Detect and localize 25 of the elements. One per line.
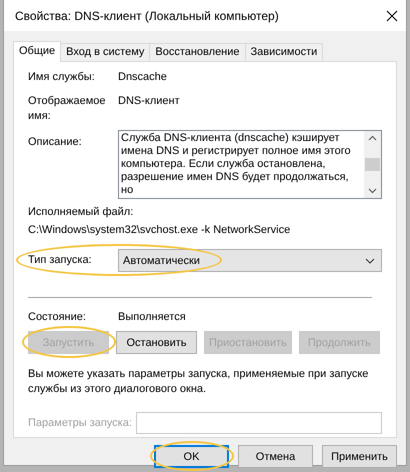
field-value: DNS-клиент — [118, 94, 181, 109]
field-value: C:\Windows\system32\svchost.exe -k NetworkService — [28, 223, 292, 238]
field-label: Состояние: — [28, 310, 87, 325]
field-label: Отображаемое имя: — [28, 94, 107, 124]
hint-text: Вы можете указать параметры запуска, применяемые при запуске службы из этого диалогового окна. — [28, 367, 370, 397]
scrollbar-thumb[interactable] — [365, 158, 380, 171]
tab[interactable]: Зависимости — [244, 43, 324, 61]
window-title: Свойства: DNS-клиент (Локальный компьютер) — [15, 8, 279, 22]
startup-type-dropdown[interactable]: Автоматически — [118, 249, 382, 272]
field-value: Dnscache — [118, 70, 168, 85]
close-icon[interactable] — [386, 10, 398, 22]
field-value: Выполняется — [118, 310, 187, 325]
dialog-button[interactable]: OK — [154, 445, 229, 468]
scrollbar[interactable] — [364, 131, 381, 198]
tab[interactable]: Общие — [13, 41, 62, 62]
service-button[interactable]: Остановить — [116, 331, 197, 354]
field-label: Исполняемый файл: — [28, 205, 134, 220]
dialog-button[interactable]: Отмена — [238, 445, 313, 468]
caret-icon — [365, 258, 375, 264]
description-box[interactable]: Служба DNS-клиента (dnscache) кэширует имена DNS и регистрирует полное имя этого компьютера. Если служба остановлена, разрешение имен DNS будет продолжаться, но — [118, 130, 382, 199]
field-label: Описание: — [28, 135, 83, 150]
dialog-button[interactable]: Применить — [322, 445, 397, 468]
field-label: Параметры запуска: — [28, 416, 132, 430]
field-label: Тип запуска: — [28, 253, 93, 268]
field-label: Имя службы: — [28, 70, 96, 85]
